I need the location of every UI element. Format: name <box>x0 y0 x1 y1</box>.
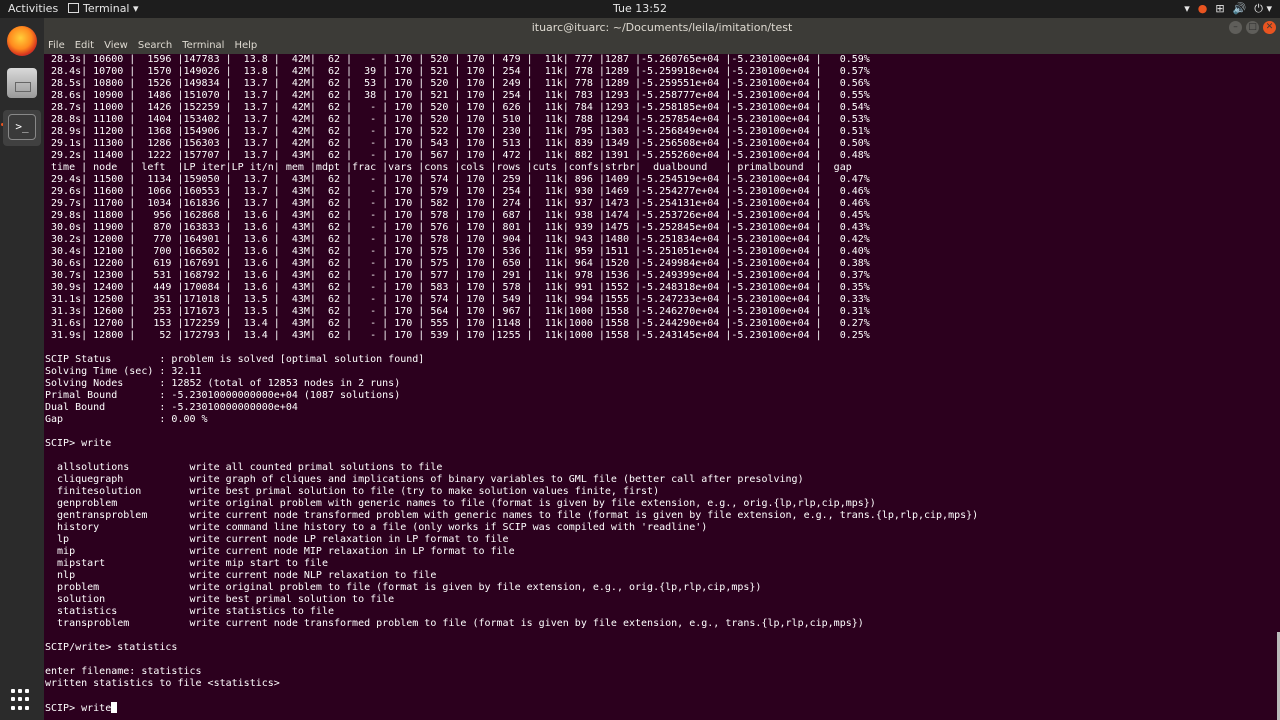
terminal-line: 30.0s| 11900 | 870 |163833 | 13.6 | 43M|… <box>45 222 870 233</box>
terminal-line: 29.1s| 11300 | 1286 |156303 | 13.7 | 42M… <box>45 138 870 149</box>
terminal-line: enter filename: statistics <box>45 666 202 677</box>
terminal-icon <box>68 3 79 13</box>
activities-button[interactable]: Activities <box>8 2 58 15</box>
terminal-line: 29.6s| 11600 | 1066 |160553 | 13.7 | 43M… <box>45 186 870 197</box>
terminal-line: problem write original problem to file (… <box>45 582 762 593</box>
files-icon[interactable] <box>7 68 37 98</box>
menu-bar: File Edit View Search Terminal Help <box>44 38 1280 54</box>
terminal-app-icon[interactable]: >_ <box>8 114 36 140</box>
menu-help[interactable]: Help <box>234 38 257 54</box>
terminal-line: gentransproblem write current node trans… <box>45 510 979 521</box>
terminal-line: 28.6s| 10900 | 1486 |151070 | 13.7 | 42M… <box>45 90 870 101</box>
terminal-line: 30.4s| 12100 | 700 |166502 | 13.6 | 43M|… <box>45 246 870 257</box>
terminal-line: Dual Bound : -5.23010000000000e+04 <box>45 402 298 413</box>
terminal-line: solution write best primal solution to f… <box>45 594 395 605</box>
terminal-line: time | node | left |LP iter|LP it/n| mem… <box>45 162 852 173</box>
terminal-line: genproblem write original problem with g… <box>45 498 876 509</box>
terminal-line: Solving Nodes : 12852 (total of 12853 no… <box>45 378 401 389</box>
terminal-line: 29.8s| 11800 | 956 |162868 | 13.6 | 43M|… <box>45 210 870 221</box>
terminal-window: ituarc@ituarc: ~/Documents/leila/imitati… <box>44 18 1280 720</box>
prompt-line[interactable]: SCIP> write <box>45 702 1273 714</box>
menu-edit[interactable]: Edit <box>75 38 94 54</box>
terminal-line: Primal Bound : -5.23010000000000e+04 (10… <box>45 390 401 401</box>
terminal-line: history write command line history to a … <box>45 522 708 533</box>
terminal-line: Gap : 0.00 % <box>45 414 208 425</box>
show-applications-icon[interactable] <box>11 689 33 711</box>
system-tray[interactable]: ▾ ● ⊞ 🔊 ⏻ ▾ <box>1184 2 1272 16</box>
terminal-line: 28.7s| 11000 | 1426 |152259 | 13.7 | 42M… <box>45 102 870 113</box>
terminal-line: 30.6s| 12200 | 619 |167691 | 13.6 | 43M|… <box>45 258 870 269</box>
top-bar: Activities Terminal ▾ Tue 13:52 ▾ ● ⊞ 🔊 … <box>0 0 1280 18</box>
terminal-line: 30.2s| 12000 | 770 |164901 | 13.6 | 43M|… <box>45 234 870 245</box>
terminal-line: 31.1s| 12500 | 351 |171018 | 13.5 | 43M|… <box>45 294 870 305</box>
terminal-line: SCIP/write> statistics <box>45 642 178 653</box>
window-title: ituarc@ituarc: ~/Documents/leila/imitati… <box>531 21 793 34</box>
firefox-icon[interactable] <box>7 26 37 56</box>
terminal-line: Solving Time (sec) : 32.11 <box>45 366 202 377</box>
terminal-line: nlp write current node NLP relaxation to… <box>45 570 437 581</box>
dock: >_ <box>0 18 44 720</box>
terminal-line: 29.2s| 11400 | 1222 |157707 | 13.7 | 43M… <box>45 150 870 161</box>
clock[interactable]: Tue 13:52 <box>613 2 667 15</box>
close-icon[interactable]: ✕ <box>1263 21 1276 34</box>
terminal-line: SCIP Status : problem is solved [optimal… <box>45 354 425 365</box>
dock-terminal-highlight[interactable]: >_ <box>3 110 41 146</box>
app-menu-label: Terminal ▾ <box>83 2 139 15</box>
terminal-line: 28.9s| 11200 | 1368 |154906 | 13.7 | 42M… <box>45 126 870 137</box>
menu-view[interactable]: View <box>104 38 128 54</box>
volume-icon[interactable]: 🔊 <box>1233 2 1247 16</box>
terminal-output[interactable]: 28.3s| 10600 | 1596 |147783 | 13.8 | 42M… <box>45 54 1273 720</box>
minimize-icon[interactable]: – <box>1229 21 1242 34</box>
terminal-line: 28.8s| 11100 | 1404 |153402 | 13.7 | 42M… <box>45 114 870 125</box>
terminal-line: 31.3s| 12600 | 253 |171673 | 13.5 | 43M|… <box>45 306 870 317</box>
terminal-lines: 28.3s| 10600 | 1596 |147783 | 13.8 | 42M… <box>45 54 1273 702</box>
menu-terminal[interactable]: Terminal <box>182 38 224 54</box>
terminal-line: cliquegraph write graph of cliques and i… <box>45 474 804 485</box>
maximize-icon[interactable]: □ <box>1246 21 1259 34</box>
terminal-line: transproblem write current node transfor… <box>45 618 864 629</box>
menu-search[interactable]: Search <box>138 38 172 54</box>
power-icon[interactable]: ⏻ ▾ <box>1254 2 1272 16</box>
window-titlebar[interactable]: ituarc@ituarc: ~/Documents/leila/imitati… <box>44 18 1280 38</box>
terminal-line: written statistics to file <statistics> <box>45 678 280 689</box>
terminal-line: mip write current node MIP relaxation in… <box>45 546 515 557</box>
terminal-line: mipstart write mip start to file <box>45 558 328 569</box>
terminal-line: 31.9s| 12800 | 52 |172793 | 13.4 | 43M| … <box>45 330 870 341</box>
terminal-line: 31.6s| 12700 | 153 |172259 | 13.4 | 43M|… <box>45 318 870 329</box>
notification-icon[interactable]: ● <box>1198 2 1208 16</box>
terminal-line: 29.7s| 11700 | 1034 |161836 | 13.7 | 43M… <box>45 198 870 209</box>
terminal-line: SCIP> write <box>45 438 112 449</box>
terminal-line: statistics write statistics to file <box>45 606 334 617</box>
dropdown-icon[interactable]: ▾ <box>1184 2 1190 16</box>
terminal-line: finitesolution write best primal solutio… <box>45 486 660 497</box>
terminal-line: 28.4s| 10700 | 1570 |149026 | 13.8 | 42M… <box>45 66 870 77</box>
terminal-line: 28.5s| 10800 | 1526 |149834 | 13.7 | 42M… <box>45 78 870 89</box>
app-menu[interactable]: Terminal ▾ <box>68 2 139 15</box>
terminal-line: 30.9s| 12400 | 449 |170084 | 13.6 | 43M|… <box>45 282 870 293</box>
terminal-line: 28.3s| 10600 | 1596 |147783 | 13.8 | 42M… <box>45 54 870 65</box>
terminal-line: 29.4s| 11500 | 1134 |159050 | 13.7 | 43M… <box>45 174 870 185</box>
text-cursor <box>111 702 118 713</box>
network-icon[interactable]: ⊞ <box>1215 2 1224 16</box>
terminal-line: allsolutions write all counted primal so… <box>45 462 443 473</box>
terminal-line: 30.7s| 12300 | 531 |168792 | 13.6 | 43M|… <box>45 270 870 281</box>
menu-file[interactable]: File <box>48 38 65 54</box>
terminal-line: lp write current node LP relaxation in L… <box>45 534 509 545</box>
prompt-text: SCIP> write <box>45 703 112 714</box>
